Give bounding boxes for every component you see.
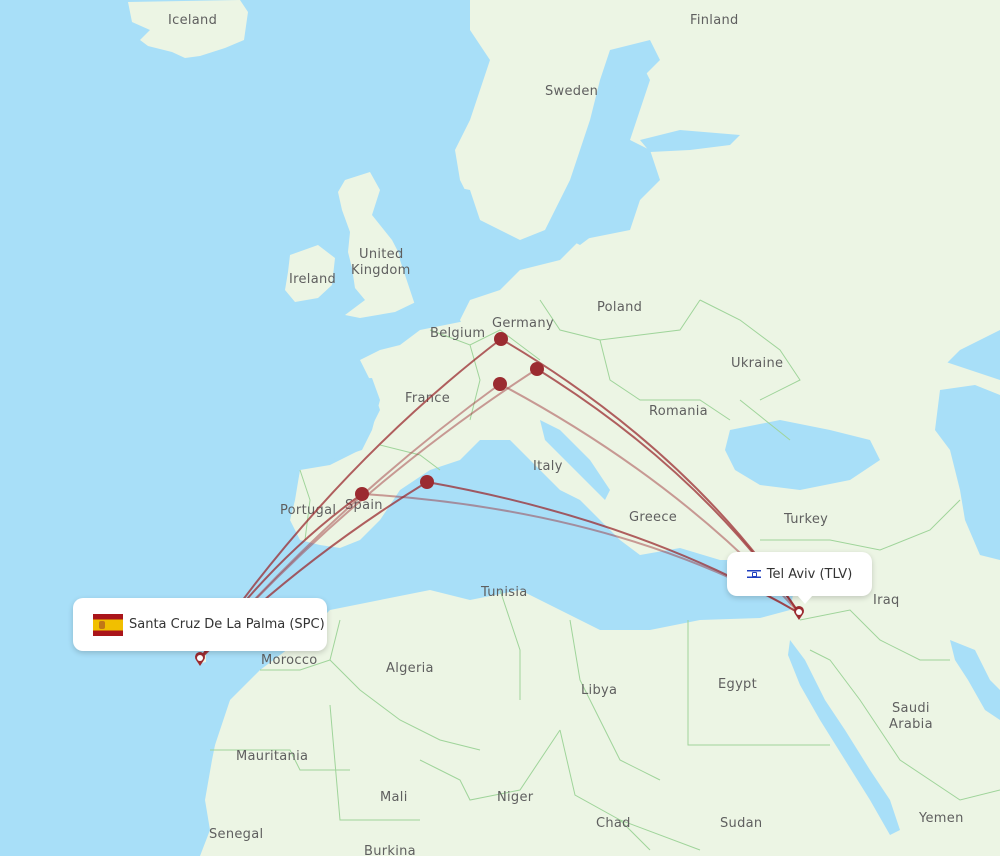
origin-airport-popup[interactable]: Santa Cruz De La Palma (SPC)	[73, 598, 327, 651]
label-ukraine: Ukraine	[731, 356, 783, 371]
label-iraq: Iraq	[873, 593, 900, 608]
hub-marker-germany-north[interactable]	[494, 332, 508, 346]
hub-marker-barcelona[interactable]	[420, 475, 434, 489]
route-map[interactable]: Iceland Finland Sweden United Kingdom Ir…	[0, 0, 1000, 856]
label-iceland: Iceland	[168, 13, 217, 28]
atlantic-africa	[0, 640, 230, 856]
label-italy: Italy	[533, 459, 563, 474]
label-romania: Romania	[649, 404, 708, 419]
israel-flag-icon	[746, 569, 761, 579]
destination-airport-popup[interactable]: Tel Aviv (TLV)	[727, 552, 872, 604]
label-mauritania: Mauritania	[236, 749, 308, 764]
origin-airport-label: Santa Cruz De La Palma (SPC)	[129, 617, 325, 632]
label-libya: Libya	[581, 683, 617, 698]
hub-marker-madrid[interactable]	[355, 487, 369, 501]
label-turkey: Turkey	[783, 512, 828, 527]
label-germany: Germany	[492, 316, 554, 331]
label-poland: Poland	[597, 300, 642, 315]
label-ireland: Ireland	[289, 272, 336, 287]
hub-marker-germany-south[interactable]	[530, 362, 544, 376]
label-yemen: Yemen	[918, 811, 964, 826]
label-portugal: Portugal	[280, 503, 336, 518]
label-kingdom: Kingdom	[351, 263, 411, 278]
label-niger: Niger	[497, 790, 534, 805]
spain-flag-icon	[93, 613, 123, 636]
destination-airport-label: Tel Aviv (TLV)	[766, 566, 853, 582]
label-saudi: Saudi	[892, 701, 930, 716]
label-algeria: Algeria	[386, 661, 434, 676]
label-burkina: Burkina	[364, 844, 416, 856]
hub-marker-switzerland[interactable]	[493, 377, 507, 391]
label-arabia: Arabia	[889, 717, 933, 732]
label-sudan: Sudan	[720, 816, 762, 831]
label-tunisia: Tunisia	[480, 585, 528, 600]
label-united: United	[359, 247, 404, 262]
label-mali: Mali	[380, 790, 408, 805]
label-belgium: Belgium	[430, 326, 485, 341]
label-finland: Finland	[690, 13, 739, 28]
label-senegal: Senegal	[209, 827, 263, 842]
label-greece: Greece	[629, 510, 677, 525]
label-egypt: Egypt	[718, 677, 757, 692]
label-sweden: Sweden	[545, 84, 598, 99]
label-morocco: Morocco	[261, 653, 318, 668]
label-chad: Chad	[596, 816, 631, 831]
